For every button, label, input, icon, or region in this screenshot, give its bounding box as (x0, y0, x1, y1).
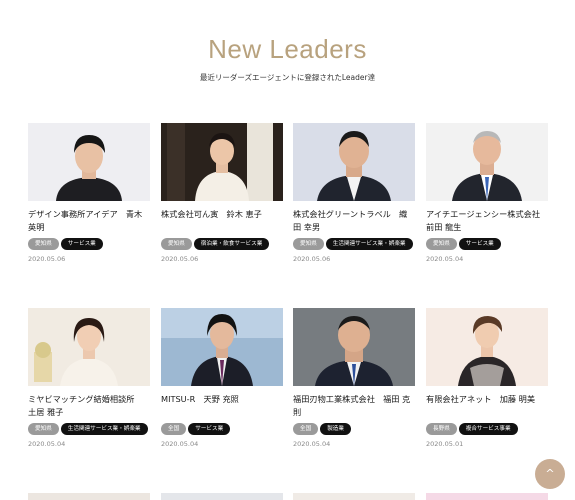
registered-date: 2020.05.04 (28, 440, 66, 448)
leader-photo-partial[interactable] (28, 493, 150, 500)
industry-tag[interactable]: 宿泊業・飲食サービス業 (193, 238, 270, 250)
leader-photo[interactable] (293, 123, 415, 201)
industry-tag[interactable]: 複合サービス事業 (458, 423, 518, 435)
leader-name[interactable]: 有限会社アネット 加藤 明美 (426, 393, 548, 421)
region-tag[interactable]: 愛知県 (293, 238, 324, 250)
region-tag[interactable]: 全国 (161, 423, 187, 435)
leader-photo[interactable] (161, 123, 283, 201)
leader-card[interactable]: 福田刃物工業株式会社 福田 克則 全国 製造業 2020.05.04 (293, 308, 415, 448)
region-tag[interactable]: 全国 (293, 423, 319, 435)
leader-card[interactable]: 株式会社グリーントラベル 織田 幸男 愛知県 生活関連サービス業・娯楽業 2020… (293, 123, 415, 263)
industry-tag[interactable]: 生活関連サービス業・娯楽業 (325, 238, 413, 250)
registered-date: 2020.05.04 (426, 255, 464, 263)
leader-photo-partial[interactable] (426, 493, 548, 500)
registered-date: 2020.05.06 (28, 255, 66, 263)
leader-card[interactable]: アイチエージェンシー株式会社 前田 龍生 愛知県 サービス業 2020.05.04 (426, 123, 548, 263)
chevron-up-icon: ^ (545, 467, 555, 480)
leader-card[interactable]: 株式会社可ん寅 鈴木 恵子 愛知県 宿泊業・飲食サービス業 2020.05.06 (161, 123, 283, 263)
leader-name[interactable]: デザイン事務所アイデア 青木 英明 (28, 208, 150, 236)
leader-photo[interactable] (161, 308, 283, 386)
leader-card[interactable]: 有限会社アネット 加藤 明美 長野県 複合サービス事業 2020.05.01 (426, 308, 548, 448)
leader-photo[interactable] (426, 308, 548, 386)
registered-date: 2020.05.06 (293, 255, 331, 263)
scroll-to-top-button[interactable]: ^ (535, 459, 565, 489)
industry-tag[interactable]: 製造業 (320, 423, 351, 435)
section-title: New Leaders (208, 34, 367, 64)
registered-date: 2020.05.04 (161, 440, 199, 448)
industry-tag[interactable]: サービス業 (458, 238, 501, 250)
industry-tag[interactable]: サービス業 (60, 238, 103, 250)
leader-name[interactable]: 株式会社可ん寅 鈴木 恵子 (161, 208, 283, 236)
registered-date: 2020.05.06 (161, 255, 199, 263)
leader-name[interactable]: 株式会社グリーントラベル 織田 幸男 (293, 208, 415, 236)
region-tag[interactable]: 愛知県 (28, 238, 59, 250)
leader-photo[interactable] (28, 123, 150, 201)
leader-photo[interactable] (293, 308, 415, 386)
registered-date: 2020.05.01 (426, 440, 464, 448)
leader-name[interactable]: アイチエージェンシー株式会社 前田 龍生 (426, 208, 548, 236)
leader-photo-partial[interactable] (161, 493, 283, 500)
leader-card[interactable]: デザイン事務所アイデア 青木 英明 愛知県 サービス業 2020.05.06 (28, 123, 150, 263)
registered-date: 2020.05.04 (293, 440, 331, 448)
leader-card[interactable]: MITSU-R 天野 充照 全国 サービス業 2020.05.04 (161, 308, 283, 448)
leader-name[interactable]: ミヤビマッチング結婚相談所 土居 雅子 (28, 393, 150, 421)
industry-tag[interactable]: サービス業 (188, 423, 231, 435)
leader-photo[interactable] (426, 123, 548, 201)
region-tag[interactable]: 愛知県 (161, 238, 192, 250)
region-tag[interactable]: 長野県 (426, 423, 457, 435)
leader-name[interactable]: MITSU-R 天野 充照 (161, 393, 283, 421)
leader-card[interactable]: ミヤビマッチング結婚相談所 土居 雅子 愛知県 生活関連サービス業・娯楽業 202… (28, 308, 150, 448)
leader-photo-partial[interactable] (293, 493, 415, 500)
section-subtitle: 最近リーダーズエージェントに登録されたLeader達 (199, 73, 376, 82)
region-tag[interactable]: 愛知県 (28, 423, 59, 435)
industry-tag[interactable]: 生活関連サービス業・娯楽業 (60, 423, 148, 435)
leader-photo[interactable] (28, 308, 150, 386)
region-tag[interactable]: 愛知県 (426, 238, 457, 250)
leader-name[interactable]: 福田刃物工業株式会社 福田 克則 (293, 393, 415, 421)
